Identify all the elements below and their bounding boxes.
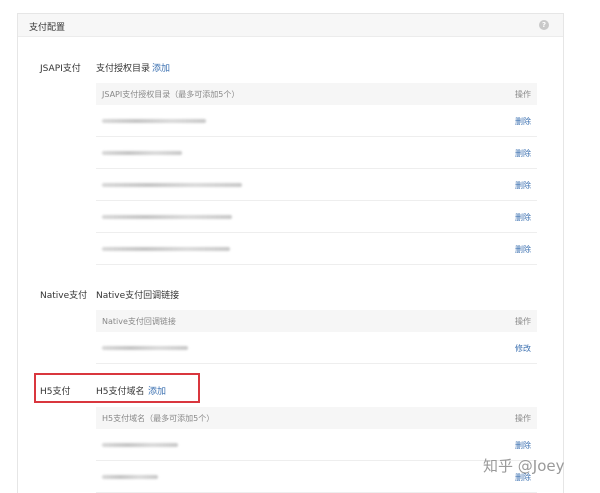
table-row: 删除	[96, 169, 537, 201]
blurred-domain	[102, 443, 178, 447]
blurred-url	[102, 346, 188, 350]
table-row: 删除	[96, 429, 537, 461]
watermark: 知乎 @Joey	[483, 457, 565, 475]
blurred-url	[102, 247, 230, 251]
table-row: 修改	[96, 332, 537, 364]
column-header: Native支付回调链接	[102, 317, 176, 326]
blurred-url	[102, 151, 182, 155]
h5-label: H5支付	[40, 387, 71, 397]
blurred-url	[102, 215, 232, 219]
table-header: JSAPI支付授权目录（最多可添加5个） 操作	[96, 83, 537, 105]
h5-add-link[interactable]: 添加	[148, 384, 166, 397]
jsapi-table: JSAPI支付授权目录（最多可添加5个） 操作 删除 删除 删除 删除 删除	[96, 83, 537, 265]
panel-title: 支付配置	[29, 23, 66, 33]
delete-link[interactable]: 删除	[515, 148, 531, 159]
delete-link[interactable]: 删除	[515, 116, 531, 127]
jsapi-add-link[interactable]: 添加	[152, 61, 170, 74]
native-label: Native支付	[40, 291, 88, 301]
table-row: 删除	[96, 461, 537, 493]
table-row: 删除	[96, 105, 537, 137]
table-row: 删除	[96, 137, 537, 169]
column-header-op: 操作	[515, 414, 531, 423]
native-sub-label: Native支付回调链接	[96, 291, 180, 301]
delete-link[interactable]: 删除	[515, 244, 531, 255]
column-header: JSAPI支付授权目录（最多可添加5个）	[102, 90, 240, 99]
jsapi-sub-label: 支付授权目录	[96, 64, 151, 74]
blurred-url	[102, 183, 242, 187]
table-row: 删除	[96, 233, 537, 265]
edit-link[interactable]: 修改	[515, 343, 531, 354]
table-header: Native支付回调链接 操作	[96, 310, 537, 332]
panel-header: 支付配置 ?	[18, 14, 563, 37]
blurred-url	[102, 119, 206, 123]
native-table: Native支付回调链接 操作 修改	[96, 310, 537, 364]
delete-link[interactable]: 删除	[515, 180, 531, 191]
h5-table: H5支付域名（最多可添加5个） 操作 删除 删除	[96, 407, 537, 493]
column-header: H5支付域名（最多可添加5个）	[102, 414, 215, 423]
blurred-domain	[102, 475, 158, 479]
jsapi-label: JSAPI支付	[40, 64, 81, 74]
question-icon[interactable]: ?	[539, 20, 549, 30]
column-header-op: 操作	[515, 90, 531, 99]
column-header-op: 操作	[515, 317, 531, 326]
table-header: H5支付域名（最多可添加5个） 操作	[96, 407, 537, 429]
delete-link[interactable]: 删除	[515, 212, 531, 223]
delete-link[interactable]: 删除	[515, 440, 531, 451]
table-row: 删除	[96, 201, 537, 233]
h5-sub-label: H5支付域名	[96, 387, 145, 397]
